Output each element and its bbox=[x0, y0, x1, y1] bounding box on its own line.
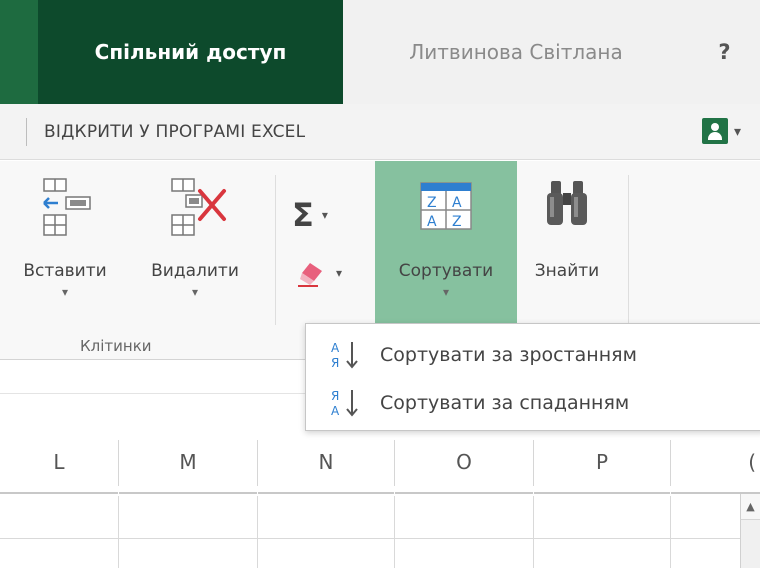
autosum-button[interactable]: Σ ▾ bbox=[292, 195, 328, 235]
insert-button[interactable]: Вставити ▾ bbox=[0, 161, 130, 329]
grid-line bbox=[257, 496, 258, 568]
column-header-n[interactable]: N bbox=[258, 432, 394, 494]
svg-text:Z: Z bbox=[452, 214, 462, 230]
sort-dropdown-menu: А Я Сортувати за зростанням Я А Сортуват… bbox=[305, 323, 760, 431]
sort-ascending-item[interactable]: А Я Сортувати за зростанням bbox=[306, 332, 760, 378]
title-bar-left-strip bbox=[0, 0, 38, 104]
user-icon-body bbox=[708, 132, 722, 140]
sort-ascending-label: Сортувати за зростанням bbox=[380, 344, 637, 366]
delete-label: Видалити bbox=[151, 261, 239, 281]
grid-top-line bbox=[0, 393, 305, 394]
clear-button[interactable]: ▾ bbox=[296, 253, 342, 293]
clear-caret: ▾ bbox=[336, 266, 343, 280]
cells-group-label: Клітинки bbox=[80, 337, 152, 355]
column-header-q[interactable]: ( bbox=[671, 432, 760, 494]
svg-text:Я: Я bbox=[331, 356, 339, 370]
autosum-caret: ▾ bbox=[321, 208, 328, 222]
group-separator bbox=[275, 175, 276, 325]
scroll-up-arrow[interactable]: ▲ bbox=[740, 494, 760, 520]
insert-cells-icon bbox=[43, 178, 91, 236]
column-header-p[interactable]: P bbox=[534, 432, 670, 494]
sort-label: Сортувати bbox=[398, 261, 494, 281]
command-bar: ВІДКРИТИ У ПРОГРАМІ EXCEL ▾ bbox=[0, 104, 760, 160]
sort-descending-item[interactable]: Я А Сортувати за спаданням bbox=[306, 380, 760, 426]
grid-line bbox=[0, 538, 740, 539]
column-header-l[interactable]: L bbox=[0, 432, 118, 494]
sigma-icon: Σ bbox=[292, 196, 314, 234]
binoculars-icon bbox=[547, 181, 587, 225]
delete-button[interactable]: Видалити ▾ bbox=[130, 161, 260, 329]
column-header-m[interactable]: M bbox=[119, 432, 257, 494]
svg-text:A: A bbox=[452, 195, 462, 211]
eraser-icon bbox=[298, 263, 322, 287]
find-label: Знайти bbox=[534, 261, 600, 281]
delete-caret: ▾ bbox=[191, 285, 199, 299]
help-button[interactable]: ? bbox=[689, 0, 760, 104]
insert-caret: ▾ bbox=[61, 285, 69, 299]
svg-text:А: А bbox=[331, 404, 340, 418]
grid-line bbox=[533, 496, 534, 568]
sort-ascending-icon: А Я bbox=[331, 341, 358, 370]
grid-line bbox=[670, 496, 671, 568]
sort-caret: ▾ bbox=[442, 285, 450, 299]
user-menu-caret[interactable]: ▾ bbox=[734, 124, 741, 140]
sort-descending-label: Сортувати за спаданням bbox=[380, 392, 630, 414]
open-in-excel-button[interactable]: ВІДКРИТИ У ПРОГРАМІ EXCEL bbox=[14, 104, 305, 160]
tab-sharing[interactable]: Спільний доступ bbox=[38, 0, 343, 104]
title-bar: Спільний доступ Литвинова Світлана ? bbox=[0, 0, 760, 104]
svg-text:А: А bbox=[331, 341, 340, 355]
sort-button[interactable]: Z A A Z Сортувати ▾ bbox=[375, 161, 517, 329]
grid-line bbox=[118, 496, 119, 568]
group-separator bbox=[628, 175, 629, 325]
delete-cells-icon bbox=[171, 178, 226, 236]
svg-text:Z: Z bbox=[427, 195, 437, 211]
svg-text:Я: Я bbox=[331, 389, 339, 403]
user-icon-head bbox=[711, 123, 719, 131]
svg-text:A: A bbox=[427, 214, 437, 230]
user-name-tab[interactable]: Литвинова Світлана bbox=[343, 0, 689, 104]
grid-line bbox=[394, 496, 395, 568]
insert-label: Вставити bbox=[23, 261, 107, 281]
column-header-o[interactable]: O bbox=[395, 432, 533, 494]
user-icon[interactable] bbox=[702, 118, 728, 144]
find-button[interactable]: Знайти bbox=[517, 161, 617, 329]
sort-az-icon: Z A A Z bbox=[420, 182, 472, 230]
sort-descending-icon: Я А bbox=[331, 389, 358, 418]
